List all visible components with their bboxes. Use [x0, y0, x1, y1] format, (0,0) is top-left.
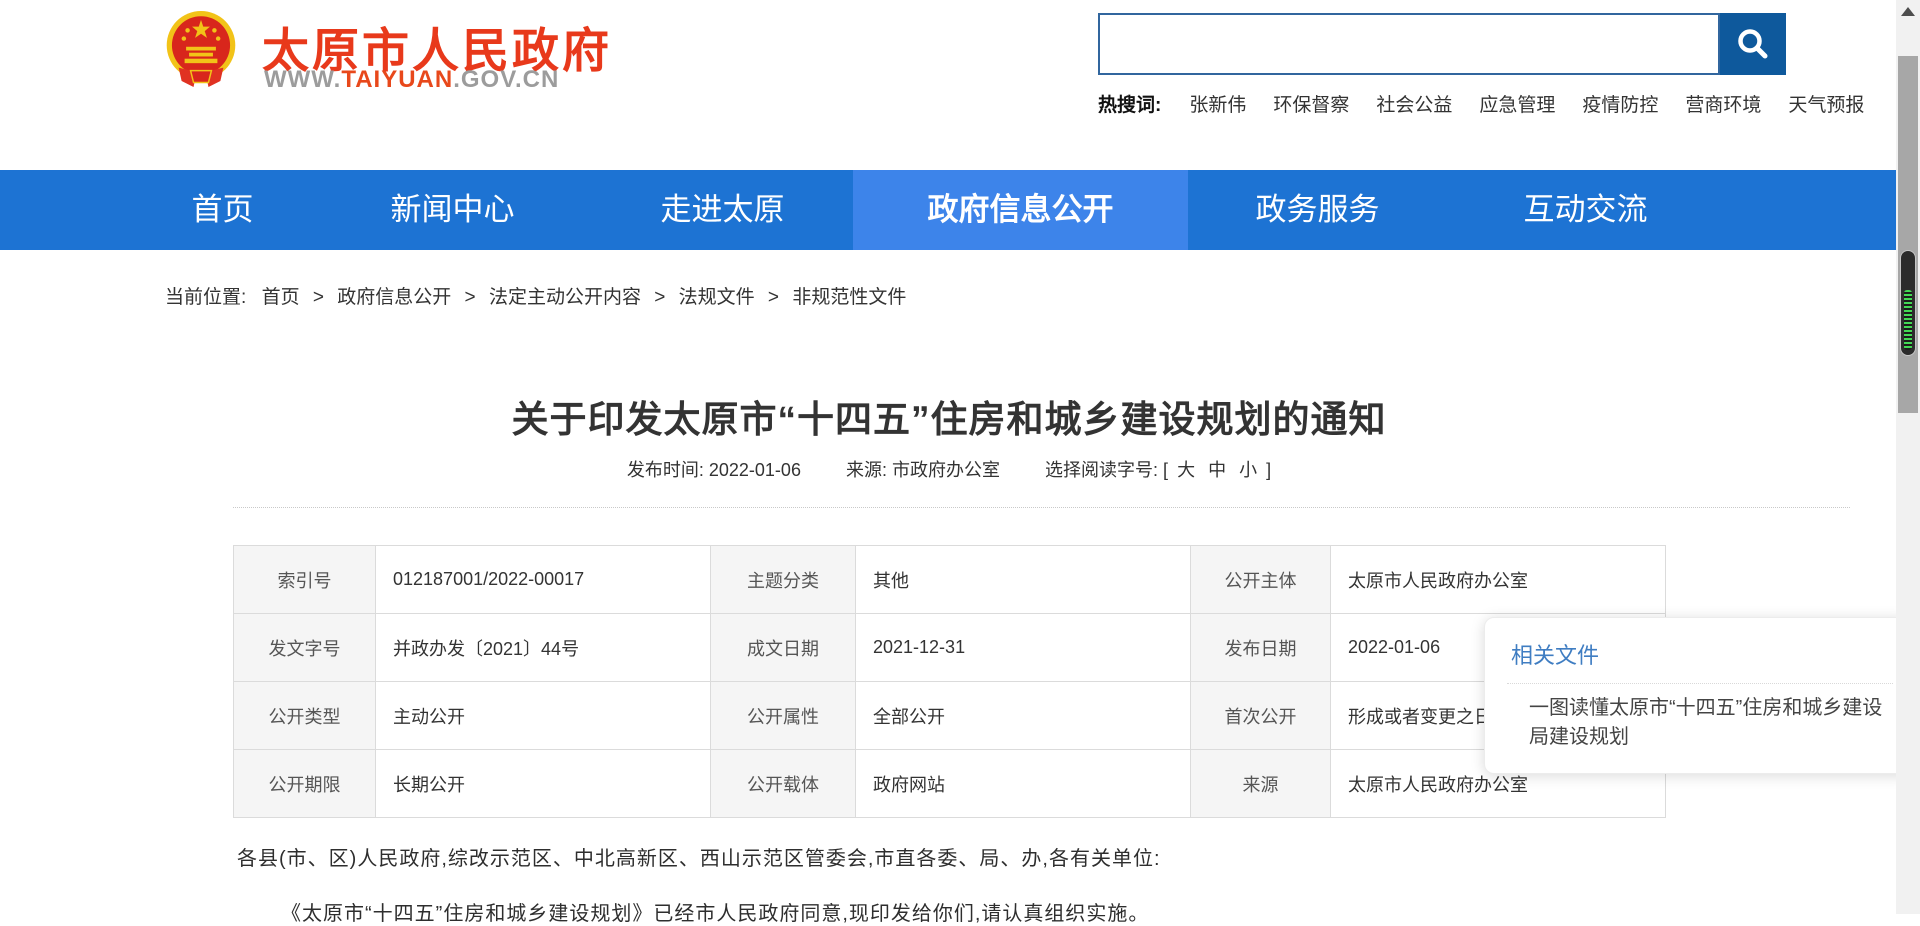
info-label: 发文字号	[234, 614, 376, 682]
article-paragraph: 《太原市“十四五”住房和城乡建设规划》已经市人民政府同意,现印发给你们,请认真组…	[281, 897, 1801, 926]
info-label: 公开载体	[711, 750, 856, 818]
recording-indicator-stripes	[1904, 290, 1912, 350]
site-url: WWW.TAIYUAN.GOV.CN	[264, 66, 559, 94]
info-label: 公开主体	[1191, 546, 1331, 614]
document-info-table: 索引号 012187001/2022-00017 主题分类 其他 公开主体 太原…	[233, 545, 1666, 818]
dotted-divider	[233, 507, 1850, 508]
breadcrumb-item[interactable]: 法定主动公开内容	[489, 287, 641, 308]
info-value: 并政办发〔2021〕44号	[376, 614, 711, 682]
table-row: 公开期限 长期公开 公开载体 政府网站 来源 太原市人民政府办公室	[234, 750, 1666, 818]
info-label: 公开属性	[711, 682, 856, 750]
info-value: 其他	[856, 546, 1191, 614]
url-domain: TAIYUAN	[341, 66, 453, 93]
info-value: 2021-12-31	[856, 614, 1191, 682]
font-size-label: 选择阅读字号:	[1045, 460, 1158, 480]
info-value: 长期公开	[376, 750, 711, 818]
info-value: 太原市人民政府办公室	[1331, 546, 1666, 614]
national-emblem-icon	[163, 8, 239, 90]
source-label: 来源:	[846, 460, 887, 480]
info-label: 公开类型	[234, 682, 376, 750]
font-size-small[interactable]: 小	[1239, 460, 1257, 480]
hot-keyword[interactable]: 天气预报	[1788, 90, 1864, 117]
url-www: WWW.	[264, 66, 341, 93]
site-logo[interactable]	[163, 8, 239, 90]
breadcrumb: 当前位置: 首页 > 政府信息公开 > 法定主动公开内容 > 法规文件 > 非规…	[165, 282, 906, 309]
url-suffix: .GOV.CN	[453, 66, 559, 93]
info-label: 索引号	[234, 546, 376, 614]
hot-search-label: 热搜词:	[1098, 90, 1161, 117]
info-value: 主动公开	[376, 682, 711, 750]
info-label: 发布日期	[1191, 614, 1331, 682]
font-size-medium[interactable]: 中	[1208, 460, 1226, 480]
info-label: 来源	[1191, 750, 1331, 818]
breadcrumb-separator: >	[313, 287, 324, 308]
breadcrumb-separator: >	[465, 287, 476, 308]
hot-keyword[interactable]: 张新伟	[1189, 90, 1246, 117]
info-label: 主题分类	[711, 546, 856, 614]
table-row: 公开类型 主动公开 公开属性 全部公开 首次公开 形成或者变更之日	[234, 682, 1666, 750]
breadcrumb-item[interactable]: 非规范性文件	[792, 287, 906, 308]
bracket-right: ]	[1266, 460, 1271, 480]
info-label: 首次公开	[1191, 682, 1331, 750]
hot-keyword[interactable]: 社会公益	[1376, 90, 1452, 117]
info-value: 政府网站	[856, 750, 1191, 818]
source-value: 市政府办公室	[892, 460, 1000, 480]
nav-tab-about-taiyuan[interactable]: 走进太原	[620, 170, 825, 250]
breadcrumb-item[interactable]: 首页	[262, 287, 300, 308]
related-file-link[interactable]: 一图读懂太原市“十四五”住房和城乡建设局建设规划	[1529, 694, 1887, 752]
hot-keyword[interactable]: 疫情防控	[1582, 90, 1658, 117]
article-paragraph: 各县(市、区)人民政府,综改示范区、中北高新区、西山示范区管委会,市直各委、局、…	[237, 842, 1797, 871]
breadcrumb-item[interactable]: 政府信息公开	[337, 287, 451, 308]
related-files-title: 相关文件	[1511, 638, 1907, 670]
table-row: 索引号 012187001/2022-00017 主题分类 其他 公开主体 太原…	[234, 546, 1666, 614]
info-value: 012187001/2022-00017	[376, 546, 711, 614]
hot-search-row: 热搜词: 张新伟 环保督察 社会公益 应急管理 疫情防控 营商环境 天气预报	[1098, 90, 1891, 117]
nav-tab-interaction[interactable]: 互动交流	[1483, 170, 1688, 250]
hot-keyword[interactable]: 营商环境	[1685, 90, 1761, 117]
scrollbar-thumb[interactable]	[1898, 56, 1918, 413]
breadcrumb-separator: >	[768, 287, 779, 308]
nav-tab-gov-services[interactable]: 政务服务	[1215, 170, 1420, 250]
search-input[interactable]	[1098, 13, 1720, 75]
site-header: 太原市人民政府 WWW.TAIYUAN.GOV.CN 热搜词: 张新伟 环保督察…	[0, 0, 1896, 170]
table-row: 发文字号 并政办发〔2021〕44号 成文日期 2021-12-31 发布日期 …	[234, 614, 1666, 682]
breadcrumb-label: 当前位置:	[165, 287, 246, 308]
vertical-scrollbar[interactable]	[1896, 0, 1920, 914]
scrollbar-up-arrow-icon[interactable]	[1901, 7, 1915, 16]
info-label: 成文日期	[711, 614, 856, 682]
recording-indicator	[1900, 250, 1916, 356]
related-files-popup: 相关文件 一图读懂太原市“十四五”住房和城乡建设局建设规划	[1484, 617, 1908, 774]
hot-keyword[interactable]: 应急管理	[1479, 90, 1555, 117]
publish-time-label: 发布时间:	[627, 460, 704, 480]
breadcrumb-item[interactable]: 法规文件	[679, 287, 755, 308]
search-button[interactable]	[1720, 13, 1786, 75]
search-icon	[1735, 26, 1771, 62]
hot-keyword[interactable]: 环保督察	[1273, 90, 1349, 117]
info-value: 全部公开	[856, 682, 1191, 750]
main-nav: 首页 新闻中心 走进太原 政府信息公开 政务服务 互动交流	[0, 170, 1896, 250]
bracket-left: [	[1163, 460, 1168, 480]
page-title: 关于印发太原市“十四五”住房和城乡建设规划的通知	[233, 389, 1665, 443]
font-size-large[interactable]: 大	[1177, 460, 1195, 480]
publish-time-value: 2022-01-06	[709, 460, 801, 480]
popup-divider	[1507, 683, 1893, 684]
nav-tab-home[interactable]: 首页	[160, 170, 285, 250]
article-meta: 发布时间: 2022-01-06 来源: 市政府办公室 选择阅读字号: [ 大 …	[233, 456, 1665, 482]
info-label: 公开期限	[234, 750, 376, 818]
nav-tab-news[interactable]: 新闻中心	[350, 170, 555, 250]
breadcrumb-separator: >	[654, 287, 665, 308]
nav-tab-gov-info[interactable]: 政府信息公开	[853, 170, 1188, 250]
